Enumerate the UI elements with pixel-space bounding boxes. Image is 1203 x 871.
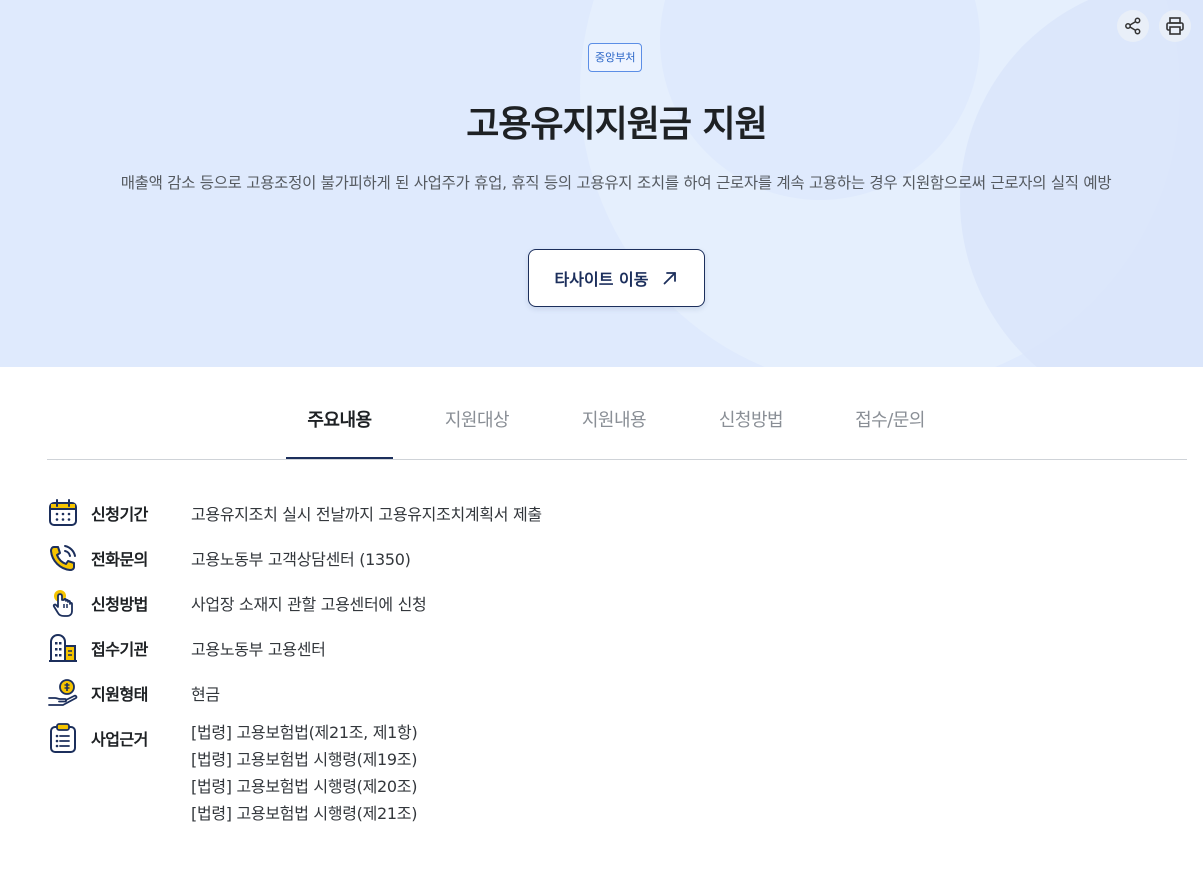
basis-item: [법령] 고용보험법(제21조, 제1항) bbox=[191, 723, 418, 742]
summary-label-period: 신청기간 bbox=[91, 505, 148, 524]
clipboard-list-icon bbox=[50, 723, 76, 753]
basis-item: [법령] 고용보험법 시행령(제21조) bbox=[191, 804, 418, 823]
page-description: 매출액 감소 등으로 고용조정이 불가피하게 된 사업주가 휴업, 휴직 등의 … bbox=[120, 174, 1112, 192]
tab-eligibility[interactable]: 지원대상 bbox=[427, 395, 527, 459]
print-button[interactable] bbox=[1159, 10, 1191, 42]
calendar-icon bbox=[49, 499, 77, 526]
money-hand-icon bbox=[48, 679, 78, 706]
tab-support-content[interactable]: 지원내용 bbox=[564, 395, 664, 459]
share-icon bbox=[1125, 17, 1141, 35]
summary-value-type: 현금 bbox=[191, 685, 220, 704]
top-actions bbox=[1117, 10, 1191, 42]
tab-contact[interactable]: 접수/문의 bbox=[840, 395, 940, 459]
external-site-button[interactable]: 타사이트 이동 bbox=[528, 249, 705, 307]
hand-pointer-icon bbox=[52, 590, 73, 617]
summary-value-agency: 고용노동부 고용센터 bbox=[191, 640, 326, 659]
external-site-button-label: 타사이트 이동 bbox=[554, 270, 649, 289]
print-icon bbox=[1166, 17, 1184, 35]
basis-item: [법령] 고용보험법 시행령(제19조) bbox=[191, 750, 418, 769]
share-button[interactable] bbox=[1117, 10, 1149, 42]
summary-label-method: 신청방법 bbox=[91, 595, 148, 614]
summary-value-basis: [법령] 고용보험법(제21조, 제1항) [법령] 고용보험법 시행령(제19… bbox=[191, 719, 418, 827]
arrow-up-right-icon bbox=[664, 272, 677, 285]
summary-value-method: 사업장 소재지 관할 고용센터에 신청 bbox=[191, 595, 427, 614]
summary-label-type: 지원형태 bbox=[91, 685, 148, 704]
building-icon bbox=[49, 633, 77, 662]
hero-section: 중앙부처 고용유지지원금 지원 매출액 감소 등으로 고용조정이 불가피하게 된… bbox=[0, 0, 1203, 367]
category-badge: 중앙부처 bbox=[588, 43, 643, 72]
summary-label-phone: 전화문의 bbox=[91, 550, 148, 569]
tab-application-method[interactable]: 신청방법 bbox=[701, 395, 801, 459]
summary-label-agency: 접수기관 bbox=[91, 640, 148, 659]
summary-label-basis: 사업근거 bbox=[91, 730, 148, 749]
page-title: 고용유지지원금 지원 bbox=[466, 104, 768, 145]
summary-value-period: 고용유지조치 실시 전날까지 고용유지조치계획서 제출 bbox=[191, 505, 542, 524]
tab-bar: 주요내용 지원대상 지원내용 신청방법 접수/문의 bbox=[47, 395, 1187, 460]
phone-icon bbox=[50, 545, 76, 571]
basis-item: [법령] 고용보험법 시행령(제20조) bbox=[191, 777, 418, 796]
summary-value-phone: 고용노동부 고객상담센터 (1350) bbox=[191, 550, 411, 569]
tab-main[interactable]: 주요내용 bbox=[286, 395, 393, 459]
